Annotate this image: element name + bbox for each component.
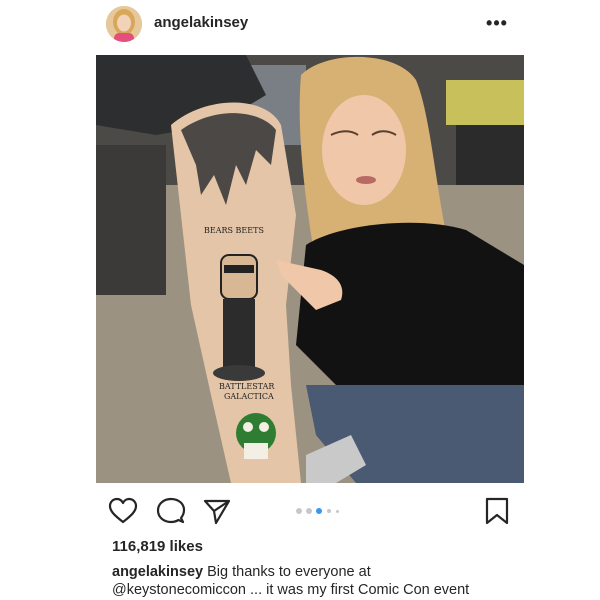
caption-username[interactable]: angelakinsey — [112, 564, 203, 580]
likes-count[interactable]: 116,819 likes — [112, 538, 203, 555]
carousel-dot — [336, 509, 339, 513]
tattoo-text-bottom-1: BATTLESTAR — [219, 382, 275, 391]
avatar-image — [106, 6, 142, 42]
caption-text-2: ... it was my first Comic Con event — [246, 582, 470, 598]
carousel-dot — [306, 508, 312, 514]
post-header: angelakinsey ••• — [0, 0, 600, 50]
more-icon[interactable]: ••• — [482, 10, 512, 36]
tattoo-text-bottom-2: GALACTICA — [224, 392, 274, 401]
post-username[interactable]: angelakinsey — [154, 14, 248, 31]
tattoo-text-top: BEARS BEETS — [204, 226, 264, 235]
share-icon[interactable] — [202, 496, 232, 526]
bookmark-icon[interactable] — [482, 496, 512, 526]
post-caption: angelakinsey Big thanks to everyone at @… — [112, 563, 522, 599]
photo-illustration: BEARS BEETS BATTLESTAR GALACTICA — [96, 55, 524, 483]
carousel-dot-active — [316, 508, 322, 514]
heart-icon[interactable] — [108, 496, 138, 526]
caption-text-1: Big thanks to everyone at — [207, 564, 371, 580]
profile-avatar[interactable] — [106, 6, 142, 42]
post-photo[interactable]: BEARS BEETS BATTLESTAR GALACTICA — [96, 55, 524, 483]
comment-icon[interactable] — [156, 496, 186, 526]
carousel-dot — [327, 509, 331, 513]
carousel-dot — [296, 508, 302, 514]
caption-mention[interactable]: @keystonecomiccon — [112, 582, 246, 598]
